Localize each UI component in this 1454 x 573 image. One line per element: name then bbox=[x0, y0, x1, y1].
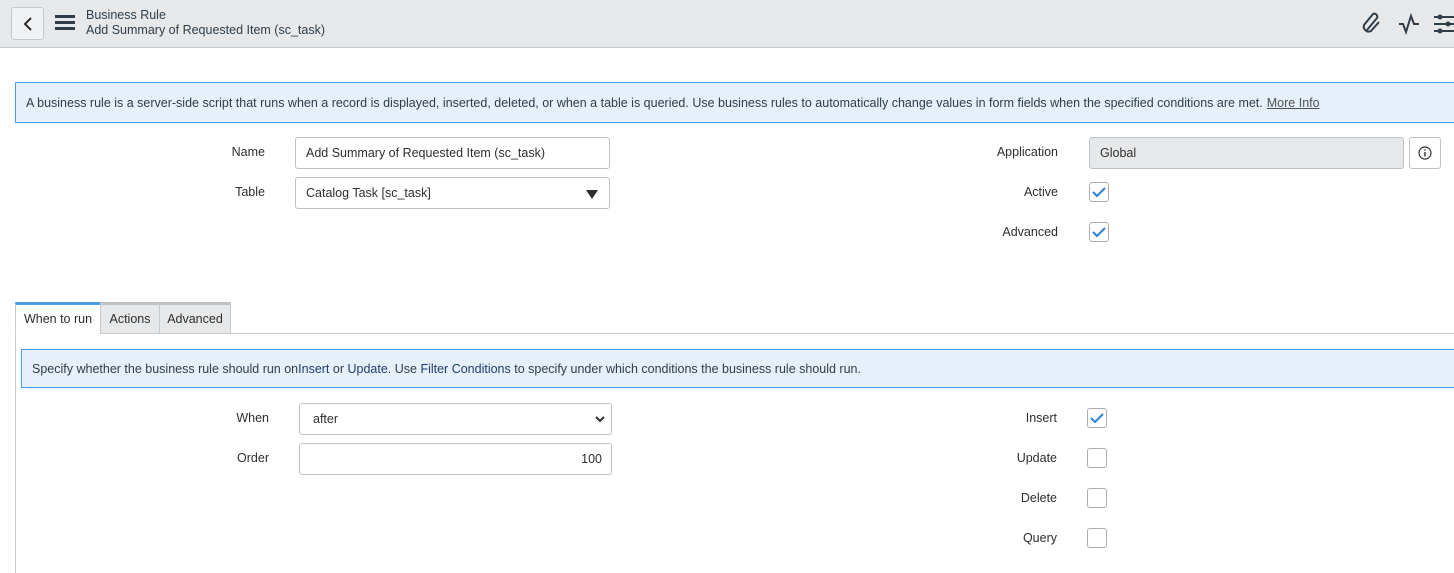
insert-label: Insert bbox=[1025, 411, 1057, 425]
filter-conditions-keyword: Filter Conditions bbox=[420, 361, 511, 376]
business-rule-info-message: A business rule is a server-side script … bbox=[15, 82, 1454, 123]
application-label: Application bbox=[996, 145, 1058, 159]
record-title: Add Summary of Requested Item (sc_task) bbox=[86, 23, 325, 37]
record-type-title: Business Rule bbox=[86, 8, 166, 22]
more-info-link[interactable]: More Info bbox=[1267, 96, 1320, 110]
order-input[interactable]: 100 bbox=[299, 443, 612, 475]
advanced-checkbox[interactable] bbox=[1089, 222, 1109, 242]
update-keyword: Update bbox=[347, 361, 388, 376]
chevron-down-icon bbox=[595, 416, 605, 423]
order-label: Order bbox=[237, 451, 269, 465]
active-label: Active bbox=[1023, 185, 1058, 199]
tab-advanced[interactable]: Advanced bbox=[159, 302, 231, 334]
back-icon bbox=[23, 16, 32, 31]
back-button[interactable] bbox=[11, 7, 44, 40]
update-label: Update bbox=[1016, 451, 1057, 465]
menu-icon[interactable] bbox=[55, 15, 75, 31]
checkmark-icon bbox=[1090, 413, 1104, 423]
caret-down-icon bbox=[586, 190, 598, 199]
info-text: . Use bbox=[387, 361, 421, 376]
name-input[interactable]: Add Summary of Requested Item (sc_task) bbox=[295, 137, 610, 169]
application-field: Global bbox=[1089, 137, 1404, 169]
when-value: after bbox=[313, 412, 339, 426]
when-to-run-info-message: Specify whether the business rule should… bbox=[21, 349, 1454, 388]
paperclip-icon[interactable] bbox=[1361, 12, 1383, 36]
update-checkbox[interactable] bbox=[1087, 448, 1107, 468]
delete-label: Delete bbox=[1020, 491, 1057, 505]
checkmark-icon bbox=[1092, 227, 1106, 237]
insert-keyword: Insert bbox=[298, 361, 330, 376]
when-label: When bbox=[236, 411, 269, 425]
query-checkbox[interactable] bbox=[1087, 528, 1107, 548]
table-label: Table bbox=[235, 185, 265, 199]
name-label: Name bbox=[231, 145, 265, 159]
query-label: Query bbox=[1022, 531, 1057, 545]
info-text: to specify under which conditions the bu… bbox=[510, 361, 861, 376]
advanced-label: Advanced bbox=[1002, 225, 1058, 239]
checkmark-icon bbox=[1092, 187, 1106, 197]
info-icon bbox=[1418, 146, 1432, 160]
activity-icon[interactable] bbox=[1398, 13, 1420, 35]
application-info-button[interactable] bbox=[1409, 137, 1441, 169]
tab-when-to-run[interactable]: When to run bbox=[15, 302, 101, 334]
info-text: Specify whether the business rule should… bbox=[32, 361, 299, 376]
info-text: or bbox=[329, 361, 348, 376]
tab-actions[interactable]: Actions bbox=[100, 302, 160, 334]
when-select[interactable]: after bbox=[299, 403, 612, 435]
info-text: A business rule is a server-side script … bbox=[26, 95, 1263, 110]
settings-sliders-icon[interactable] bbox=[1434, 14, 1454, 34]
insert-checkbox[interactable] bbox=[1087, 408, 1107, 428]
table-value: Catalog Task [sc_task] bbox=[306, 186, 431, 200]
table-select[interactable]: Catalog Task [sc_task] bbox=[295, 177, 610, 209]
delete-checkbox[interactable] bbox=[1087, 488, 1107, 508]
active-checkbox[interactable] bbox=[1089, 182, 1109, 202]
